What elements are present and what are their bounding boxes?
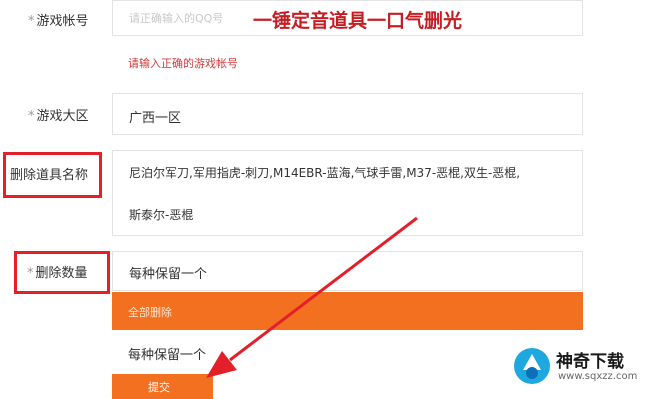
item-name-label: 删除道具名称 — [10, 168, 89, 183]
logo-emblem-icon — [514, 348, 550, 384]
item-names-textarea[interactable]: 尼泊尔军刀,军用指虎-刺刀,M14EBR-蓝海,气球手雷,M37-恶棍,双生-恶… — [112, 150, 583, 236]
region-label: * 游戏大区 — [28, 105, 89, 124]
watermark-url: www.sqxzz.com — [558, 371, 638, 382]
quantity-selected-value: 每种保留一个 — [129, 267, 208, 282]
region-value: 广西一区 — [129, 111, 182, 126]
account-error-text: 请输入正确的游戏帐号 — [128, 57, 238, 70]
promo-banner-text: 一锤定音道具一口气删光 — [253, 10, 463, 32]
quantity-label-text: 删除数量 — [35, 266, 88, 281]
required-mark: * — [28, 109, 35, 124]
item-names-line-2: 斯泰尔-恶棍 — [129, 208, 194, 222]
quantity-select[interactable]: 每种保留一个 — [112, 251, 583, 291]
watermark-name: 神奇下载 — [556, 352, 624, 372]
dropdown-option-delete-all[interactable]: 全部删除 — [112, 292, 583, 330]
dropdown-option-keep-one-label: 每种保留一个 — [128, 348, 207, 363]
account-label-text: 游戏帐号 — [36, 14, 89, 29]
required-mark: * — [27, 266, 34, 281]
submit-button-label: 提交 — [148, 381, 170, 394]
submit-button[interactable]: 提交 — [112, 374, 213, 399]
account-label: * 游戏帐号 — [28, 10, 89, 29]
account-placeholder: 请正确输入的QQ号 — [129, 12, 224, 25]
region-label-text: 游戏大区 — [36, 109, 89, 124]
dropdown-option-delete-all-label: 全部删除 — [128, 306, 172, 319]
region-select[interactable]: 广西一区 — [112, 93, 583, 135]
quantity-label: * 删除数量 — [27, 262, 88, 281]
required-mark: * — [28, 14, 35, 29]
item-names-line-1: 尼泊尔军刀,军用指虎-刺刀,M14EBR-蓝海,气球手雷,M37-恶棍,双生-恶… — [129, 166, 521, 180]
watermark-logo: 神奇下载 www.sqxzz.com — [512, 346, 642, 386]
